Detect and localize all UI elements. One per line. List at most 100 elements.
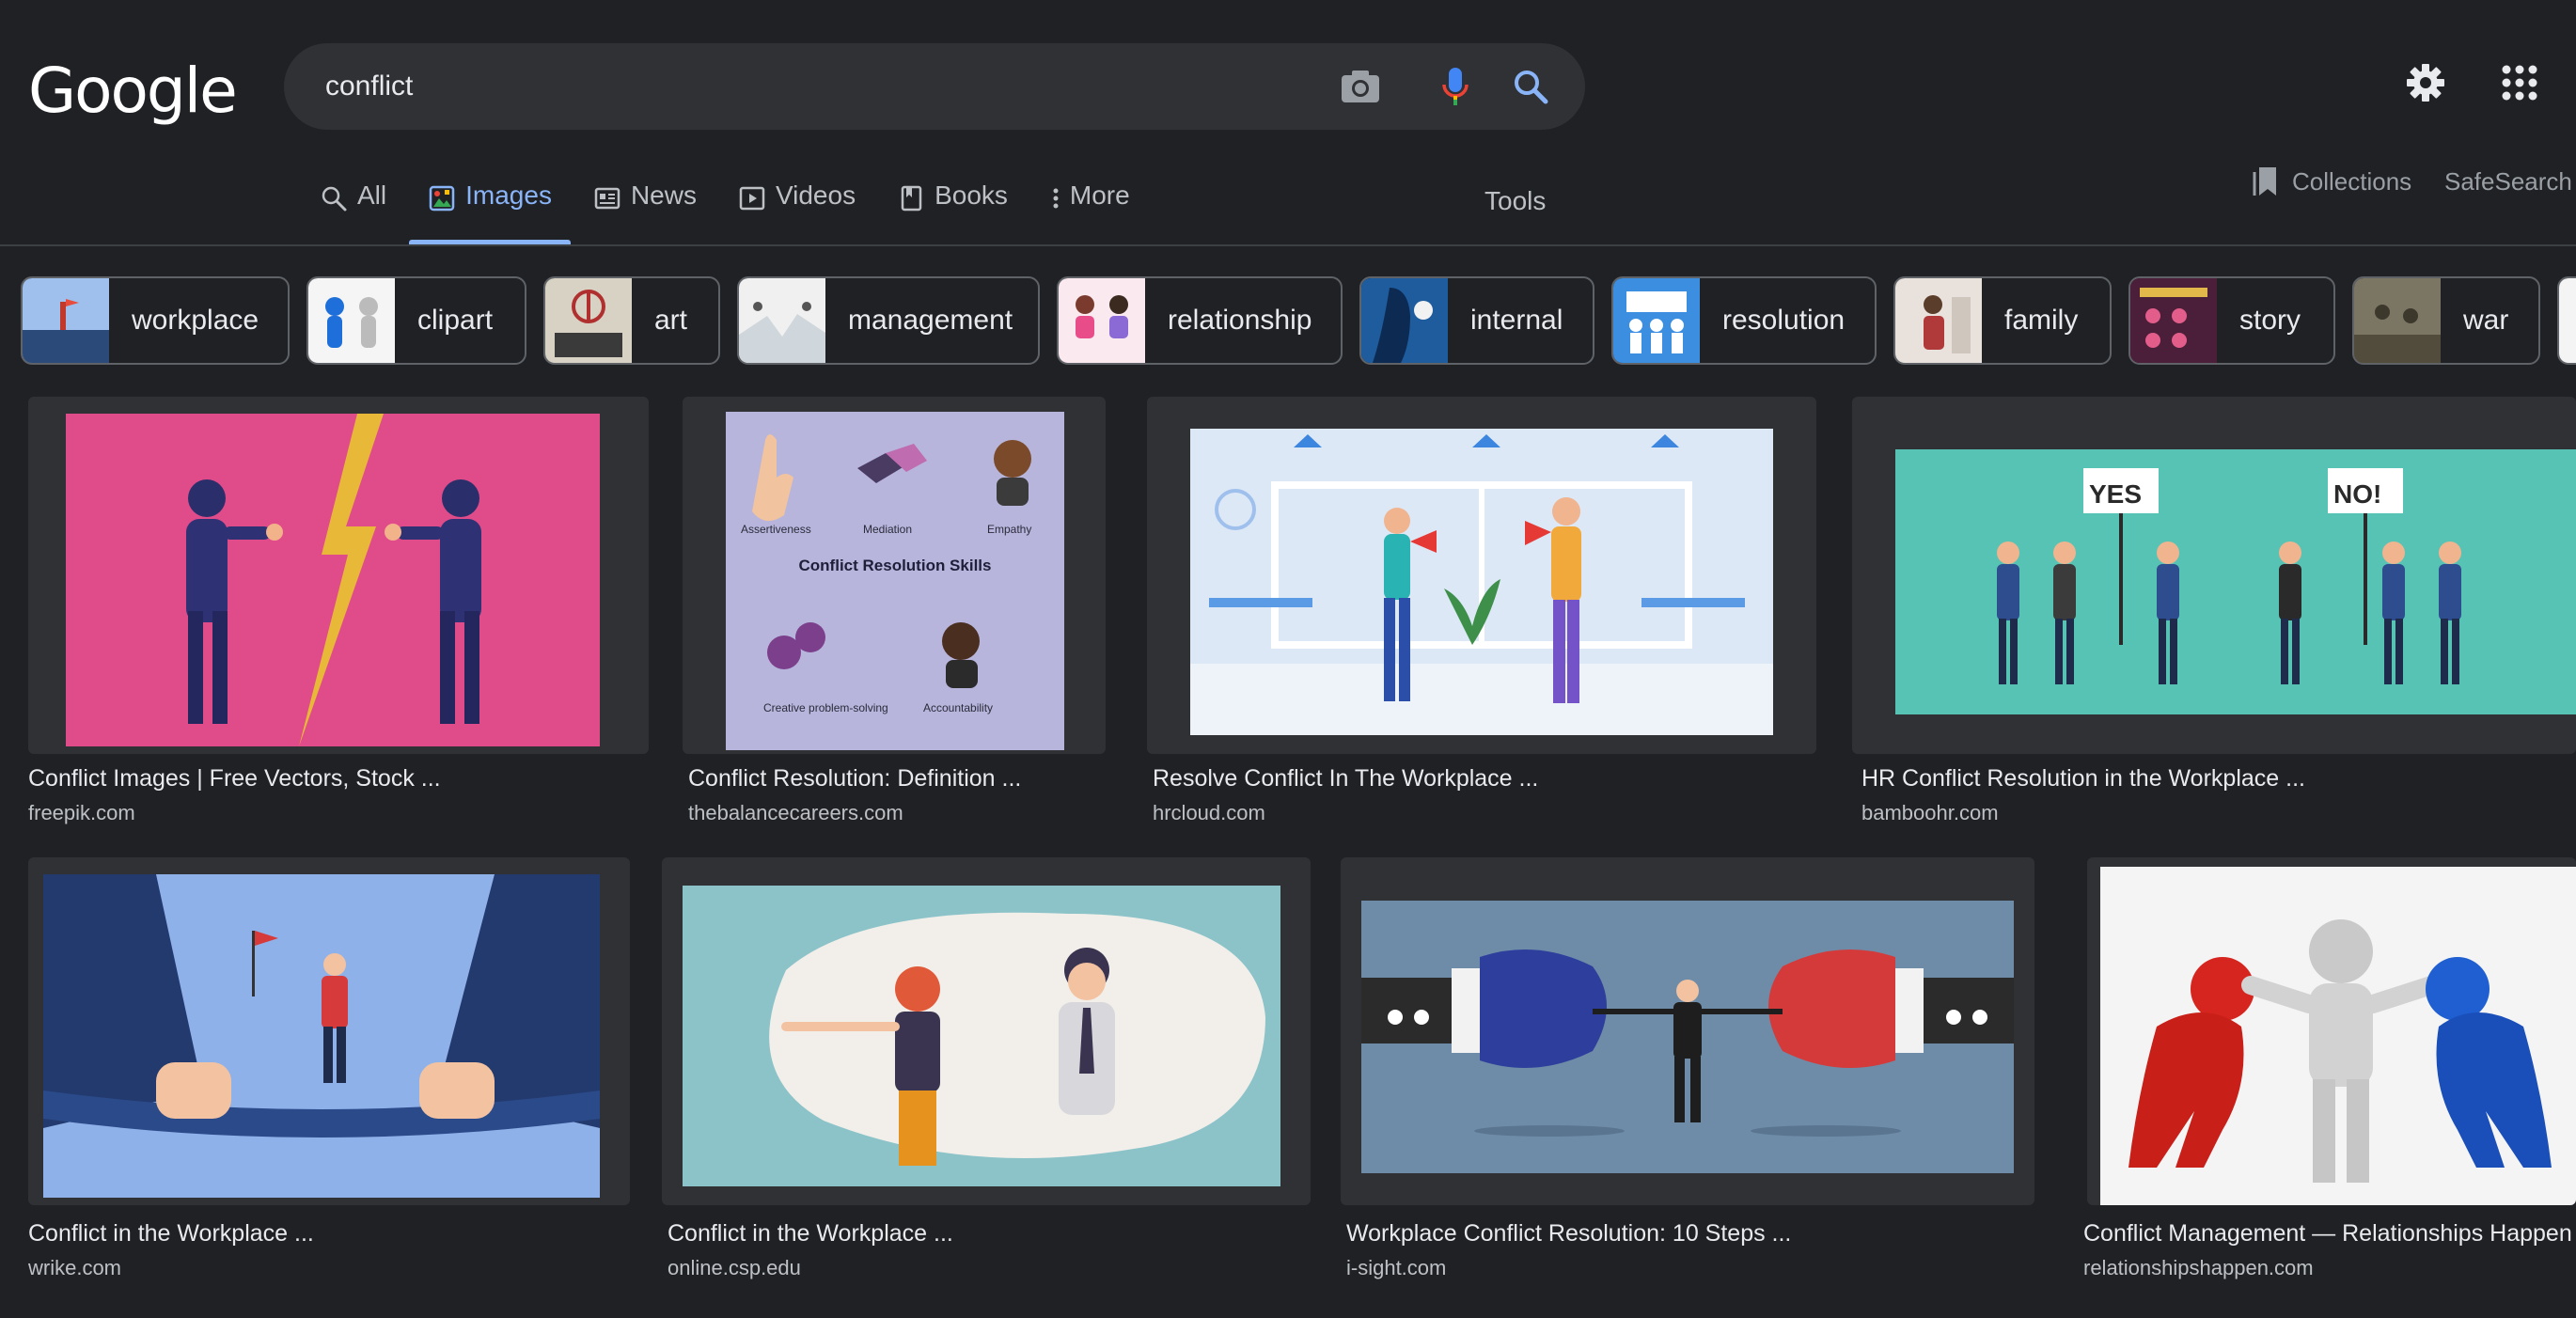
more-vert-icon — [1053, 188, 1059, 209]
tab-videos[interactable]: Videos — [738, 180, 856, 244]
chip-label: resolution — [1722, 305, 1846, 336]
tab-label: More — [1069, 180, 1130, 210]
result-source[interactable]: i-sight.com — [1346, 1256, 1446, 1280]
result-source[interactable]: bamboohr.com — [1861, 801, 1999, 825]
search-tabs: All Images News Videos Books More — [320, 180, 1171, 244]
search-icon[interactable] — [1504, 60, 1557, 113]
related-chips: workplace clipart art management relatio… — [21, 276, 2576, 365]
result-source[interactable]: thebalancecareers.com — [688, 801, 903, 825]
result-source[interactable]: relationshipshappen.com — [2083, 1256, 2314, 1280]
result-thumbnail-frame — [1147, 397, 1816, 754]
chip-clipart[interactable]: clipart — [306, 276, 526, 365]
tab-books[interactable]: Books — [897, 180, 1008, 244]
chip-thumbnail — [2559, 278, 2576, 363]
chip-internal[interactable]: internal — [1359, 276, 1594, 365]
image-sign-yes: YES — [2089, 479, 2143, 509]
result-title[interactable]: Conflict Management — Relationships Happ… — [2083, 1220, 2572, 1247]
result-thumbnail-frame: YES NO! — [1852, 397, 2576, 754]
chip-workplace[interactable]: workplace — [21, 276, 290, 365]
result-source[interactable]: wrike.com — [28, 1256, 121, 1280]
tab-label: News — [630, 180, 697, 210]
result-thumbnail-frame — [1341, 857, 2034, 1205]
result-thumbnail[interactable] — [43, 874, 600, 1198]
image-label-accountability: Accountability — [923, 701, 994, 714]
safesearch-button[interactable]: SafeSearch — [2444, 167, 2572, 196]
result-title[interactable]: Conflict in the Workplace ... — [28, 1220, 314, 1247]
chip-label: clipart — [417, 305, 494, 336]
search-icon — [322, 186, 347, 212]
result-title[interactable]: Resolve Conflict In The Workplace ... — [1153, 765, 1538, 792]
chip-thumbnail — [1361, 278, 1448, 363]
microphone-icon[interactable] — [1429, 60, 1482, 113]
gear-icon[interactable] — [2399, 56, 2452, 109]
tab-more[interactable]: More — [1049, 180, 1130, 244]
search-input[interactable] — [325, 64, 1284, 109]
chip-resolution[interactable]: resolution — [1611, 276, 1877, 365]
apps-grid-icon[interactable] — [2493, 56, 2546, 109]
news-icon — [594, 187, 620, 210]
tab-label: Books — [935, 180, 1008, 210]
result-title[interactable]: Workplace Conflict Resolution: 10 Steps … — [1346, 1220, 1791, 1247]
result-thumbnail-frame — [2087, 857, 2576, 1205]
chip-thumbnail — [308, 278, 395, 363]
chip-label: art — [654, 305, 688, 336]
chip-story[interactable]: story — [2128, 276, 2335, 365]
google-images-page: Google All Images News — [0, 0, 2576, 1318]
image-label-empathy: Empathy — [987, 523, 1032, 536]
tab-images[interactable]: Images — [409, 180, 571, 244]
result-thumbnail[interactable] — [2100, 867, 2576, 1205]
bookmark-icon — [2253, 167, 2276, 196]
result-source[interactable]: hrcloud.com — [1153, 801, 1265, 825]
result-source[interactable]: online.csp.edu — [668, 1256, 801, 1280]
chip-label: workplace — [132, 305, 259, 336]
chip-label: relationship — [1168, 305, 1312, 336]
result-thumbnail-frame — [662, 857, 1311, 1205]
result-thumbnail[interactable] — [66, 414, 600, 746]
result-thumbnail[interactable] — [683, 886, 1280, 1186]
image-heading: Conflict Resolution Skills — [798, 557, 992, 574]
tab-label: Videos — [775, 180, 856, 210]
image-icon — [429, 185, 455, 212]
video-icon — [739, 186, 765, 211]
chip-family[interactable]: family — [1893, 276, 2112, 365]
search-bar[interactable] — [284, 43, 1585, 130]
camera-icon[interactable] — [1334, 60, 1387, 113]
tab-news[interactable]: News — [593, 180, 697, 244]
chip-relationship[interactable]: relationship — [1057, 276, 1343, 365]
chip-label: family — [2004, 305, 2079, 336]
image-label-creative: Creative problem-solving — [763, 701, 888, 714]
result-thumbnail-frame — [28, 397, 649, 754]
chip-label: management — [848, 305, 1013, 336]
chip-label: war — [2463, 305, 2509, 336]
chip-art[interactable]: art — [543, 276, 720, 365]
chip-management[interactable]: management — [737, 276, 1040, 365]
tab-label: Images — [465, 180, 552, 210]
result-thumbnail[interactable] — [1895, 449, 2576, 714]
tab-label: All — [357, 180, 387, 210]
chip-thumbnail — [545, 278, 632, 363]
tab-all[interactable]: All — [320, 180, 386, 244]
chip-partial[interactable] — [2557, 276, 2576, 365]
book-icon — [901, 185, 922, 212]
collections-button[interactable]: Collections — [2253, 165, 2411, 197]
chip-thumbnail — [23, 278, 109, 363]
chip-thumbnail — [1059, 278, 1145, 363]
chip-thumbnail — [1613, 278, 1700, 363]
tools-button[interactable]: Tools — [1484, 186, 1546, 216]
result-thumbnail-frame: Conflict Resolution Skills Assertiveness… — [683, 397, 1106, 754]
chip-thumbnail — [2354, 278, 2441, 363]
chip-thumbnail — [739, 278, 825, 363]
result-thumbnail-frame — [28, 857, 630, 1205]
result-title[interactable]: Conflict in the Workplace ... — [668, 1220, 953, 1247]
header-divider — [0, 244, 2576, 246]
result-title[interactable]: Conflict Images | Free Vectors, Stock ..… — [28, 765, 441, 792]
result-thumbnail[interactable] — [1190, 429, 1773, 735]
chip-war[interactable]: war — [2352, 276, 2540, 365]
result-thumbnail[interactable] — [726, 412, 1064, 750]
collections-label: Collections — [2292, 166, 2412, 196]
google-logo[interactable]: Google — [28, 55, 238, 127]
result-source[interactable]: freepik.com — [28, 801, 135, 825]
result-title[interactable]: HR Conflict Resolution in the Workplace … — [1861, 765, 2305, 792]
result-thumbnail[interactable] — [1361, 901, 2014, 1173]
result-title[interactable]: Conflict Resolution: Definition ... — [688, 765, 1021, 792]
